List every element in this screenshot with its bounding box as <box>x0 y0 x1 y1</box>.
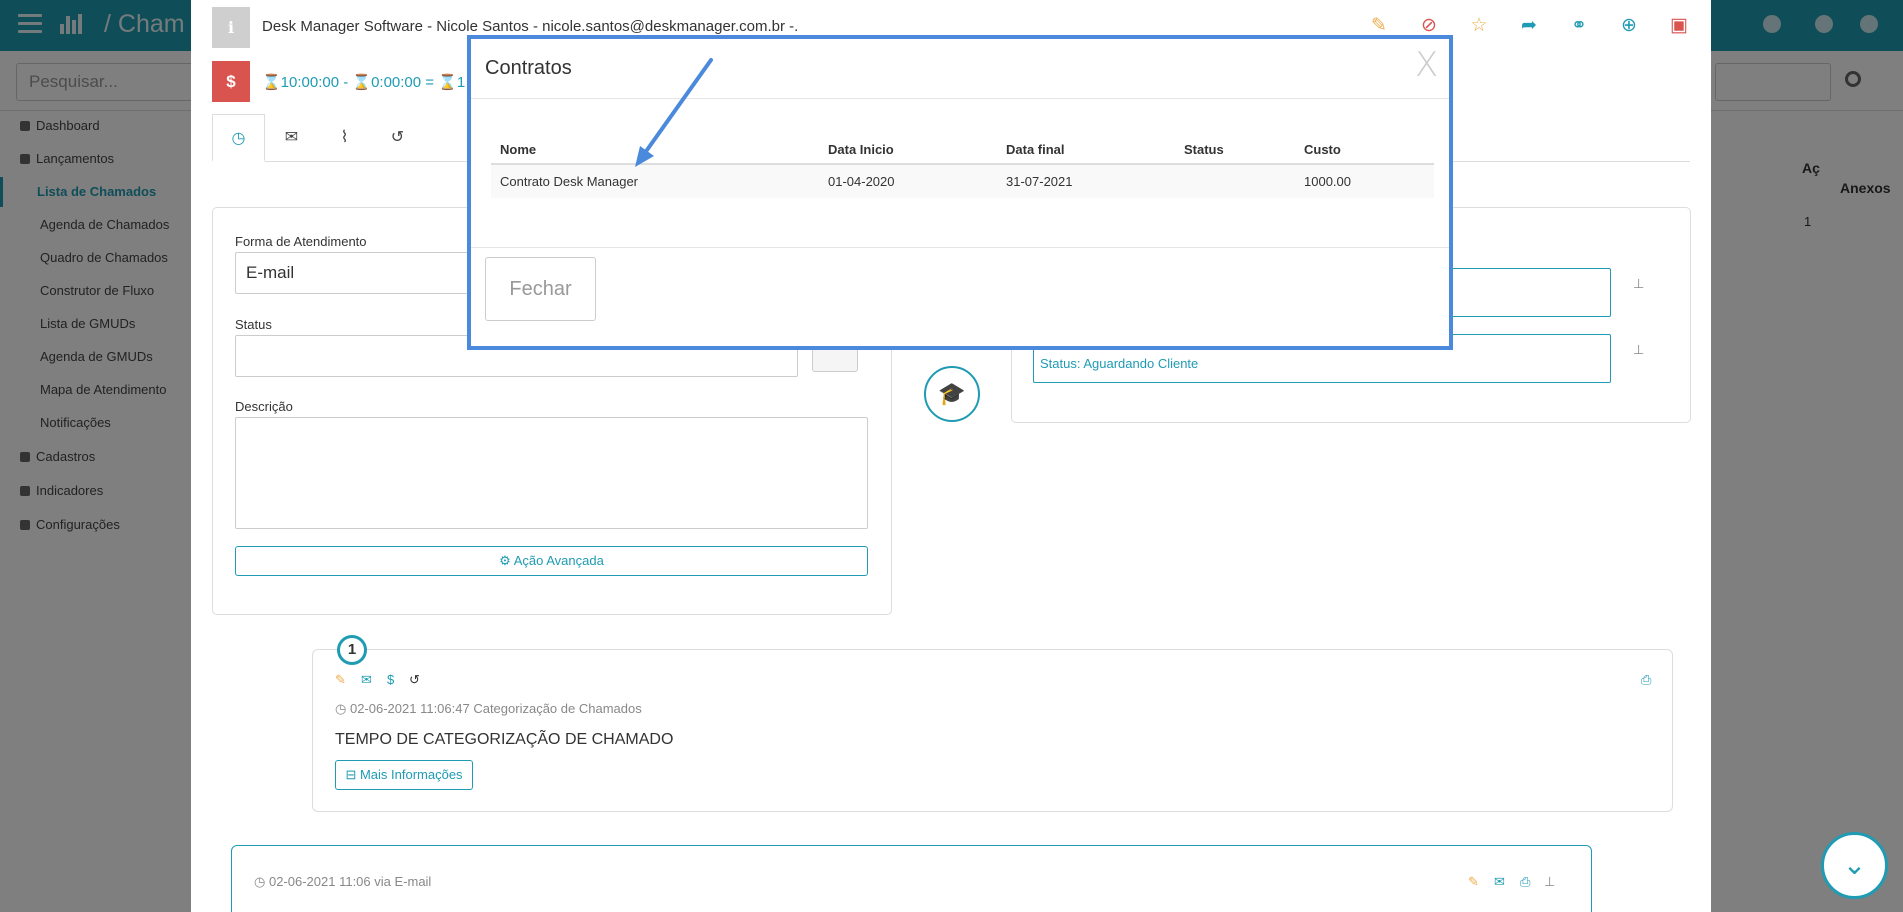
contracts-table: Nome Data Inicio Data final Status Custo… <box>491 136 1434 198</box>
pencil-icon[interactable]: ✎ <box>1468 874 1479 890</box>
history-status-line: Status: Aguardando Cliente <box>1040 356 1199 371</box>
ticket-timer: ⌛10:00:00 - ⌛0:00:00 = ⌛1 <box>262 74 466 91</box>
cell-data-inicio: 01-04-2020 <box>819 164 997 198</box>
advanced-action-button[interactable]: ⚙ Ação Avançada <box>235 546 868 576</box>
envelope-icon[interactable]: ✉ <box>361 672 372 688</box>
cell-custo: 1000.00 <box>1295 164 1434 198</box>
dollar-icon[interactable]: $ <box>387 672 394 687</box>
table-row[interactable]: Contrato Desk Manager 01-04-2020 31-07-2… <box>491 164 1434 198</box>
column-header-custo: Custo <box>1295 136 1434 165</box>
tab-clock-icon[interactable]: ◷ <box>212 114 265 162</box>
cell-nome: Contrato Desk Manager <box>491 164 819 198</box>
pencil-icon[interactable]: ✎ <box>1368 16 1390 35</box>
print-icon[interactable]: ⎙ <box>1641 672 1651 688</box>
cell-status <box>1175 164 1295 198</box>
pin-icon[interactable]: ⊥ <box>1633 276 1647 291</box>
timeline-number-badge: 1 <box>337 635 367 665</box>
descricao-textarea[interactable] <box>235 417 868 529</box>
scroll-down-button[interactable]: ⌄ <box>1821 832 1888 899</box>
plus-circle-icon[interactable]: ⊕ <box>1618 16 1640 35</box>
info-icon[interactable]: i <box>212 7 250 48</box>
pin-icon[interactable]: ⊥ <box>1633 342 1647 357</box>
pencil-icon[interactable]: ✎ <box>335 672 346 688</box>
history-icon[interactable]: ↺ <box>409 672 420 688</box>
tab-paperclip-icon[interactable]: ⌇ <box>318 114 371 162</box>
dollar-icon[interactable]: $ <box>212 61 250 102</box>
more-info-button[interactable]: ⊟ Mais Informações <box>335 760 473 790</box>
column-header-status: Status <box>1175 136 1295 165</box>
contracts-modal: Contratos X Nome Data Inicio Data final … <box>467 35 1453 350</box>
column-header-data-inicio: Data Inicio <box>819 136 997 165</box>
status-label: Status <box>235 317 272 332</box>
timeline-entry: ✎ ✉ $ ↺ ⎙ ◷ 02-06-2021 11:06:47 Categori… <box>312 649 1673 812</box>
close-button[interactable]: X <box>1415 45 1438 85</box>
briefcase-icon[interactable]: ▣ <box>1668 16 1690 35</box>
ban-icon[interactable]: ⊘ <box>1418 16 1440 35</box>
envelope-icon[interactable]: ✉ <box>1494 874 1505 890</box>
graduation-cap-icon[interactable]: 🎓 <box>924 366 980 422</box>
pin-icon[interactable]: ⊥ <box>1544 874 1555 890</box>
share-icon[interactable]: ➦ <box>1518 16 1540 35</box>
fechar-button[interactable]: Fechar <box>485 257 596 321</box>
ticket-header-title: Desk Manager Software - Nicole Santos - … <box>262 18 799 35</box>
forma-atendimento-label: Forma de Atendimento <box>235 234 367 249</box>
tab-history-icon[interactable]: ↺ <box>371 114 424 162</box>
link-icon[interactable]: ⚭ <box>1568 16 1590 35</box>
divider <box>471 98 1449 99</box>
tab-comments-icon[interactable]: ✉ <box>265 114 318 162</box>
descricao-label: Descrição <box>235 399 293 414</box>
column-header-nome: Nome <box>491 136 819 165</box>
email-entry: ◷ 02-06-2021 11:06 via E-mail ✎ ✉ ⎙ ⊥ <box>231 845 1592 912</box>
modal-title: Contratos <box>485 57 572 79</box>
email-entry-meta: ◷ 02-06-2021 11:06 via E-mail <box>254 874 432 889</box>
print-icon[interactable]: ⎙ <box>1520 874 1530 890</box>
column-header-data-final: Data final <box>997 136 1175 165</box>
divider <box>471 247 1449 248</box>
star-icon[interactable]: ☆ <box>1468 16 1490 35</box>
timeline-meta: ◷ 02-06-2021 11:06:47 Categorização de C… <box>335 701 642 716</box>
table-header-row: Nome Data Inicio Data final Status Custo <box>491 136 1434 165</box>
cell-data-final: 31-07-2021 <box>997 164 1175 198</box>
timeline-text: TEMPO DE CATEGORIZAÇÃO DE CHAMADO <box>335 731 674 748</box>
